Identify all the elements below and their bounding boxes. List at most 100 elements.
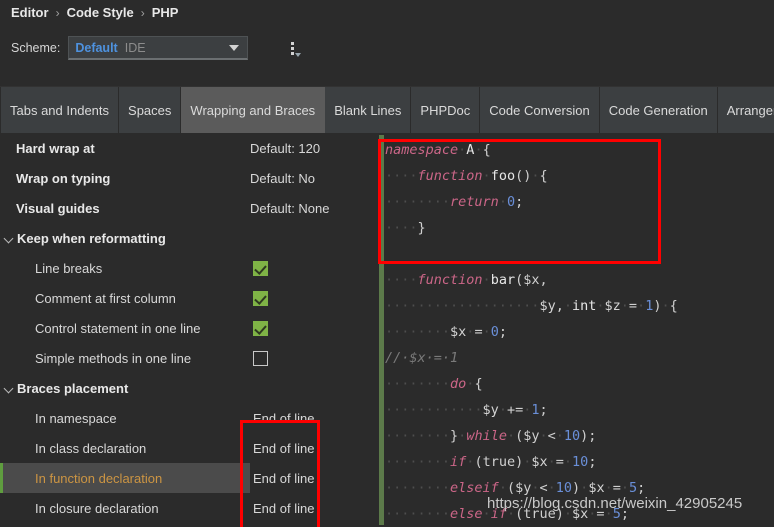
code-token: · (620, 480, 629, 496)
code-token: $z (604, 298, 621, 314)
code-token: ········ (385, 454, 451, 470)
chevron-down-icon (229, 44, 240, 51)
code-token: · (498, 194, 507, 210)
code-token: · (498, 480, 507, 496)
code-token: = (474, 324, 483, 340)
code-token: = (628, 298, 638, 314)
code-token: ············ (385, 402, 483, 418)
settings-row[interactable]: Hard wrap at Default: 120 (0, 133, 374, 163)
code-token: · (547, 454, 556, 470)
settings-row-label: Comment at first column (35, 290, 176, 306)
settings-row-label: Keep when reformatting (17, 230, 166, 246)
settings-row[interactable]: In namespace End of line (0, 403, 374, 433)
settings-row[interactable]: Visual guides Default: None (0, 193, 374, 223)
code-token: ········ (385, 428, 451, 444)
code-token: elseif (450, 480, 499, 496)
tab-arrangement[interactable]: Arrangement (717, 87, 774, 134)
tab-phpdoc[interactable]: PHPDoc (411, 87, 481, 134)
settings-row[interactable]: Simple methods in one line (0, 343, 374, 373)
settings-row[interactable]: Comment at first column (0, 283, 374, 313)
code-token: 10 (563, 428, 581, 444)
code-line: ············$y·+=·1; (385, 397, 678, 423)
code-token: ); (580, 428, 597, 444)
code-token: bar (490, 272, 516, 288)
settings-row-value[interactable]: End of line (253, 501, 314, 516)
settings-tab-bar: Tabs and Indents Spaces Wrapping and Brace… (0, 86, 774, 134)
settings-row[interactable]: Keep when reformatting (0, 223, 374, 253)
code-line: ········return·0; (385, 189, 678, 215)
code-token: ···· (385, 168, 418, 184)
settings-checkbox[interactable] (253, 350, 268, 366)
settings-row-selected[interactable]: In function declaration End of line (0, 463, 314, 493)
chevron-down-icon[interactable] (3, 382, 16, 395)
scheme-selected-value: Default (75, 40, 118, 55)
settings-row-default-value: Default: None (250, 200, 330, 216)
code-token: ) (572, 480, 581, 496)
settings-row[interactable]: Line breaks (0, 253, 374, 283)
settings-row-value[interactable]: End of line (253, 411, 314, 426)
settings-row-label: Line breaks (35, 260, 103, 276)
settings-row[interactable]: Control statement in one line (0, 313, 374, 343)
code-token: //·$x·=·1 (385, 350, 459, 366)
code-preview-text: namespace·A·{····function·foo()·{·······… (385, 137, 678, 527)
settings-row-value[interactable]: End of line (253, 441, 314, 456)
settings-checkbox[interactable] (253, 290, 268, 306)
settings-row[interactable]: OtherEnd of line (0, 523, 374, 527)
code-token: ········ (385, 376, 451, 392)
settings-checkbox[interactable] (253, 260, 268, 276)
settings-checkbox[interactable] (253, 320, 268, 336)
settings-row-value[interactable]: End of line (253, 471, 314, 486)
breadcrumb-separator-icon: › (140, 5, 145, 20)
code-token: $y, (539, 298, 564, 314)
code-line: ···················$y,·int·$z·=·1)·{ (385, 293, 678, 319)
code-token: · (506, 428, 516, 444)
breadcrumb-item-code-style[interactable]: Code Style (67, 5, 134, 20)
settings-row-label: Hard wrap at (16, 140, 95, 156)
settings-row[interactable]: In class declaration End of line (0, 433, 374, 463)
tab-tabs-and-indents[interactable]: Tabs and Indents (0, 87, 120, 134)
breadcrumb-item-editor[interactable]: Editor (11, 5, 49, 20)
tab-label: PHPDoc (420, 103, 471, 118)
code-token: = (555, 454, 564, 470)
code-token: 5 (629, 480, 638, 496)
settings-row[interactable]: Wrap on typing Default: No (0, 163, 374, 193)
code-token: < (547, 428, 556, 444)
chevron-down-icon[interactable] (3, 232, 16, 245)
scheme-dropdown[interactable]: Default IDE (68, 36, 249, 60)
tab-code-generation[interactable]: Code Generation (599, 87, 718, 134)
code-token: · (604, 480, 613, 496)
settings-row-label: In function declaration (35, 470, 163, 486)
settings-row-label: Visual guides (16, 200, 100, 216)
tab-label: Arrangement (726, 103, 774, 118)
code-token: · (482, 324, 491, 340)
kebab-menu-icon[interactable] (283, 36, 301, 60)
code-token: ········ (385, 324, 451, 340)
code-token: ········ (385, 194, 451, 210)
scheme-row: Scheme: Default IDE (11, 36, 249, 60)
code-token: { (669, 298, 678, 314)
settings-body: Hard wrap at Default: 120 Wrap on typing De… (0, 133, 774, 527)
code-token: ···· (385, 220, 418, 236)
tab-label: Spaces (128, 103, 172, 118)
tab-blank-lines[interactable]: Blank Lines (325, 87, 412, 134)
code-token: function (417, 168, 483, 184)
code-token: $y (482, 402, 499, 418)
settings-row[interactable]: Braces placement (0, 373, 374, 403)
code-token: · (482, 168, 491, 184)
settings-row[interactable]: In closure declaration End of line (0, 493, 374, 523)
settings-row-label: Wrap on typing (16, 170, 111, 186)
code-preview-pane[interactable]: namespace·A·{····function·foo()·{·······… (374, 133, 774, 527)
tab-code-conversion[interactable]: Code Conversion (480, 87, 600, 134)
watermark: https://blog.csdn.net/weixin_42905245 (487, 495, 743, 512)
code-line: ········$x·=·0; (385, 319, 678, 345)
tab-wrapping-and-braces[interactable]: Wrapping and Braces (181, 87, 326, 134)
code-token: } (450, 428, 459, 444)
tab-spaces[interactable]: Spaces (119, 87, 182, 134)
code-token: 0 (490, 324, 499, 340)
code-token: 1 (531, 402, 540, 418)
code-token: { (539, 168, 548, 184)
settings-row-label: Control statement in one line (35, 320, 201, 336)
code-line: ········if·(true)·$x·=·10; (385, 449, 678, 475)
code-token: · (563, 454, 573, 470)
